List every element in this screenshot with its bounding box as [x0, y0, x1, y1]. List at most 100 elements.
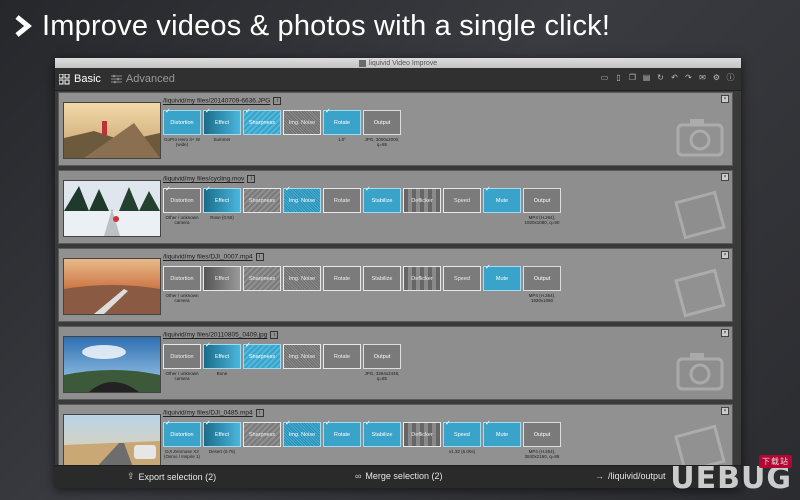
check-icon: ✓ [205, 420, 211, 427]
title-bar: liquivid Video Improve [55, 58, 741, 68]
step-output[interactable]: Output [523, 422, 561, 447]
step-effect[interactable]: ✓ Effect [203, 186, 241, 213]
check-icon: ✓ [325, 108, 331, 115]
step-distortion[interactable]: ✓ Distortion [163, 186, 201, 213]
film-icon [674, 268, 726, 318]
file-info-icon[interactable]: i [273, 97, 282, 105]
chevron-right-icon [15, 15, 32, 37]
remove-row-icon[interactable]: × [721, 173, 729, 181]
mail-icon[interactable]: ✉ [698, 73, 707, 83]
step-rotate[interactable]: ✓ Rotate [323, 108, 361, 135]
step-effect[interactable]: Effect [203, 266, 241, 291]
step-mute[interactable]: ✓ Mute [483, 420, 521, 447]
step-sharpness[interactable]: Sharpness [243, 266, 281, 291]
folder-icon[interactable]: ▭ [600, 73, 609, 83]
remove-row-icon[interactable]: × [721, 407, 729, 415]
effect-detail: Desert (0.75) [208, 449, 236, 454]
step-sharpness[interactable]: Sharpness [243, 188, 281, 213]
file-row[interactable]: /liquivid/my files/cycling.mov i × ✓ Disto… [58, 170, 733, 244]
step-sharpness[interactable]: Sharpness [243, 422, 281, 447]
film-icon [674, 190, 726, 240]
merge-selection-button[interactable]: ∞ Merge selection (2) [355, 471, 442, 481]
file-info-icon[interactable]: i [255, 409, 264, 417]
distortion-detail: Other / unknown camera [165, 293, 199, 303]
step-speed[interactable]: Speed [443, 188, 481, 213]
window-title: liquivid Video Improve [368, 59, 438, 67]
step-details: GoPro Hero 3+ W (wide) Summer 1.0° JPG, … [163, 137, 401, 147]
file-path[interactable]: /liquivid/my files/DJI_0485.mp4 i [163, 409, 264, 417]
remove-row-icon[interactable]: × [721, 95, 729, 103]
file-info-icon[interactable]: i [270, 331, 279, 339]
copy-icon[interactable]: ❐ [628, 73, 637, 83]
help-icon[interactable]: ⓘ [726, 73, 735, 83]
step-rotate[interactable]: Rotate [323, 266, 361, 291]
check-icon: ✓ [285, 186, 291, 193]
step-sharpness[interactable]: ✓ Sharpness [243, 342, 281, 369]
check-icon: ✓ [205, 186, 211, 193]
remove-row-icon[interactable]: × [721, 251, 729, 259]
sliders-icon [110, 74, 122, 84]
step-effect[interactable]: ✓ Effect [203, 420, 241, 447]
step-distortion[interactable]: Distortion [163, 266, 201, 291]
step-distortion[interactable]: ✓ Distortion [163, 420, 201, 447]
step-stabilize[interactable]: ✓ Stabilize [363, 186, 401, 213]
undo-icon[interactable]: ↶ [670, 73, 679, 83]
file-path[interactable]: /liquivid/my files/20140709-6636.JPG i [163, 97, 282, 105]
tab-basic[interactable]: Basic [59, 73, 101, 85]
step-speed[interactable]: ✓ Speed [443, 420, 481, 447]
export-selection-button[interactable]: ⇪ Export selection (2) [127, 471, 216, 482]
step-speed[interactable]: Speed [443, 266, 481, 291]
info-icon[interactable]: ▯ [614, 73, 623, 83]
camera-icon [676, 119, 724, 157]
thumbnail-image [63, 258, 161, 315]
step-deflicker[interactable]: Deflicker [403, 266, 441, 291]
step-output[interactable]: Output [363, 110, 401, 135]
step-output[interactable]: Output [363, 344, 401, 369]
file-info-icon[interactable]: i [255, 253, 264, 261]
step-rotate[interactable]: Rotate [323, 188, 361, 213]
step-rotate[interactable]: ✓ Rotate [323, 420, 361, 447]
step-noise[interactable]: Img. Noise [283, 266, 321, 291]
step-noise[interactable]: Img. Noise [283, 110, 321, 135]
step-distortion[interactable]: ✓ Distortion [163, 108, 201, 135]
output-folder-button[interactable]: → /liquivid/output [595, 471, 666, 481]
tab-advanced[interactable]: Advanced [110, 73, 175, 85]
app-window: liquivid Video Improve Basic Advanced ▭ … [55, 58, 741, 488]
step-deflicker[interactable]: Deflicker [403, 188, 441, 213]
step-output[interactable]: Output [523, 188, 561, 213]
file-row[interactable]: /liquivid/my files/20140709-6636.JPG i × … [58, 92, 733, 166]
step-sharpness[interactable]: ✓ Sharpness [243, 108, 281, 135]
file-path[interactable]: /liquivid/my files/cycling.mov i [163, 175, 256, 183]
step-noise[interactable]: ✓ Img. Noise [283, 186, 321, 213]
step-output[interactable]: Output [523, 266, 561, 291]
effect-detail: Summer [213, 137, 231, 142]
tab-advanced-label: Advanced [125, 73, 175, 85]
file-row[interactable]: /liquivid/my files/20110805_0409.jpg i × … [58, 326, 733, 400]
step-noise[interactable]: ✓ Img. Noise [283, 420, 321, 447]
paste-icon[interactable]: ▤ [642, 73, 651, 83]
step-stabilize[interactable]: ✓ Stabilize [363, 420, 401, 447]
step-mute[interactable]: ✓ Mute [483, 264, 521, 291]
remove-row-icon[interactable]: × [721, 329, 729, 337]
redo-icon[interactable]: ↷ [684, 73, 693, 83]
step-strip: ✓ Distortion ✓ Effect Sharpness ✓ Img. Nois… [163, 420, 561, 448]
step-stabilize[interactable]: Stabilize [363, 266, 401, 291]
file-path[interactable]: /liquivid/my files/DJI_0007.mp4 i [163, 253, 264, 261]
step-rotate[interactable]: Rotate [323, 344, 361, 369]
reset-icon[interactable]: ↻ [656, 73, 665, 83]
file-row[interactable]: /liquivid/my files/DJI_0007.mp4 i × Disto… [58, 248, 733, 322]
file-path[interactable]: /liquivid/my files/20110805_0409.jpg i [163, 331, 279, 339]
file-info-icon[interactable]: i [247, 175, 256, 183]
step-noise[interactable]: Img. Noise [283, 344, 321, 369]
step-distortion[interactable]: Distortion [163, 344, 201, 369]
link-icon: ∞ [355, 471, 362, 481]
step-deflicker[interactable]: Deflicker [403, 422, 441, 447]
effect-detail: Rose (0.50) [210, 215, 234, 220]
step-effect[interactable]: ✓ Effect [203, 108, 241, 135]
output-detail: JPG, 3264x2448, q=85 [364, 371, 400, 381]
step-effect[interactable]: ✓ Effect [203, 342, 241, 369]
step-mute[interactable]: ✓ Mute [483, 186, 521, 213]
gear-icon[interactable]: ⚙ [712, 73, 721, 83]
check-icon: ✓ [285, 420, 291, 427]
arrow-right-icon: → [595, 471, 604, 481]
